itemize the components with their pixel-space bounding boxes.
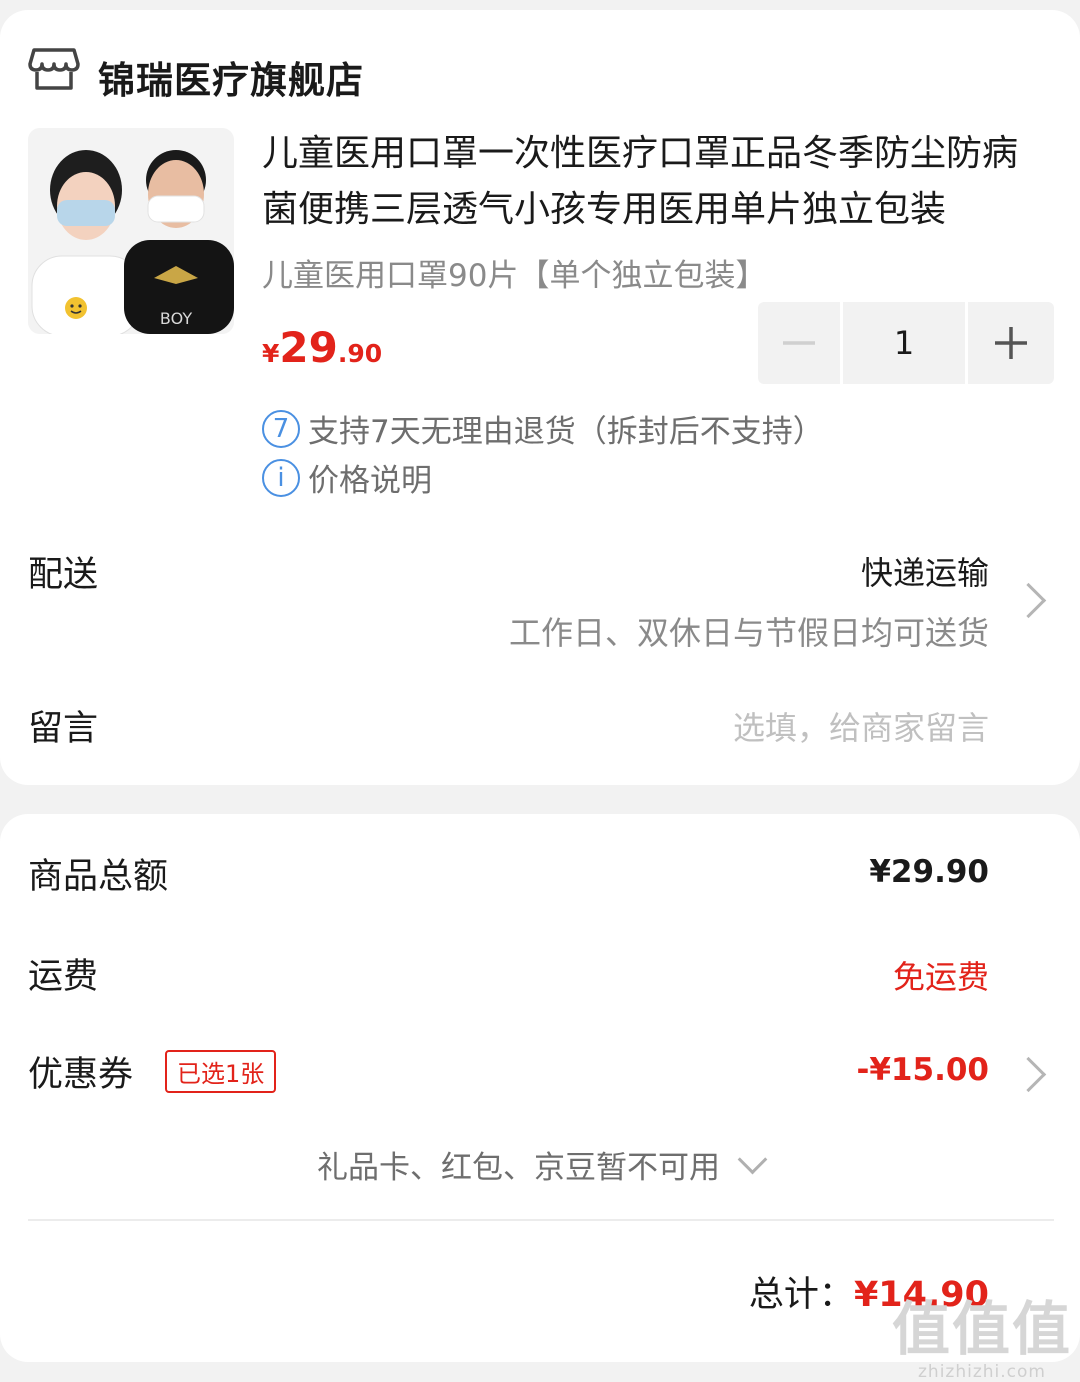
store-icon xyxy=(28,42,80,94)
message-input[interactable]: 选填，给商家留言 xyxy=(733,703,989,749)
product-spec[interactable]: 儿童医用口罩90片【单个独立包装】 xyxy=(262,250,766,295)
minus-icon xyxy=(783,341,815,345)
price-summary-card: 商品总额 ¥29.90 运费 免运费 优惠券 已选1张 -¥15.00 礼品卡、… xyxy=(0,814,1080,1362)
delivery-label: 配送 xyxy=(28,555,99,595)
unavailable-payment-text: 礼品卡、红包、京豆暂不可用 xyxy=(317,1150,720,1186)
quantity-stepper: 1 xyxy=(758,302,1054,384)
delivery-detail[interactable]: 工作日、双休日与节假日均可送货 xyxy=(509,608,989,654)
shop-name[interactable]: 锦瑞医疗旗舰店 xyxy=(98,50,364,104)
delivery-method[interactable]: 快递运输 xyxy=(861,548,989,594)
divider xyxy=(28,1219,1054,1221)
chevron-down-icon xyxy=(737,1144,768,1175)
watermark-logo: 值值值 xyxy=(891,1295,1072,1363)
decrease-quantity-button[interactable] xyxy=(758,302,840,384)
price-info-row[interactable]: i 价格说明 xyxy=(262,455,432,500)
coupon-label: 优惠券 xyxy=(28,1055,134,1095)
return-policy-row[interactable]: 7 支持7天无理由退货（拆封后不支持） xyxy=(262,406,824,451)
coupon-selected-badge: 已选1张 xyxy=(165,1050,277,1093)
price-integer: 29 xyxy=(279,323,338,372)
price-info-text: 价格说明 xyxy=(308,463,432,499)
goods-total-value: ¥29.90 xyxy=(869,854,989,890)
price-currency: ¥ xyxy=(262,339,280,368)
info-icon: i xyxy=(262,458,300,497)
coupon-value[interactable]: -¥15.00 xyxy=(857,1052,990,1088)
product-title[interactable]: 儿童医用口罩一次性医疗口罩正品冬季防尘防病菌便携三层透气小孩专用医用单片独立包装 xyxy=(262,126,1042,238)
order-item-card: 锦瑞医疗旗舰店 BOY 儿童医用口罩一次性医疗口罩正品冬季防尘防病菌便携三层透气… xyxy=(0,10,1080,785)
product-price: ¥29.90 xyxy=(262,323,382,372)
unavailable-payment-toggle[interactable]: 礼品卡、红包、京豆暂不可用 xyxy=(0,1142,1080,1187)
coupon-chevron-right-icon[interactable] xyxy=(1010,1056,1047,1093)
message-label: 留言 xyxy=(28,709,99,749)
shipping-label: 运费 xyxy=(28,957,99,997)
shirt-text: BOY xyxy=(160,309,192,328)
increase-quantity-button[interactable] xyxy=(968,302,1054,384)
site-watermark: 值值值 zhizhizhi.com xyxy=(892,1282,1072,1382)
return-policy-text: 支持7天无理由退货（拆封后不支持） xyxy=(308,414,824,450)
delivery-chevron-right-icon[interactable] xyxy=(1010,582,1047,619)
total-label: 总计： xyxy=(748,1275,854,1315)
product-image[interactable]: BOY xyxy=(28,128,234,334)
goods-total-label: 商品总额 xyxy=(28,857,169,897)
plus-icon xyxy=(995,327,1027,359)
watermark-url: zhizhizhi.com xyxy=(918,1362,1046,1382)
quantity-value[interactable]: 1 xyxy=(843,302,965,384)
shipping-value: 免运费 xyxy=(892,958,989,996)
price-decimal: .90 xyxy=(337,339,383,368)
seven-day-return-icon: 7 xyxy=(262,409,300,448)
